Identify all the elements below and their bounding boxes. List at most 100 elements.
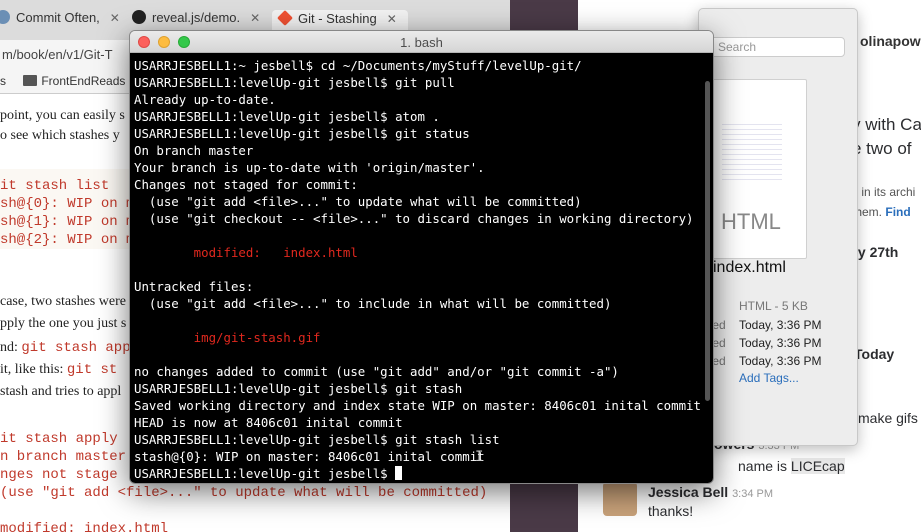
code-line: sh@{1}: WIP on m [0,214,135,230]
message-time: 3:34 PM [732,488,774,500]
terminal-line: USARRJESBELL1:levelUp-git jesbell$ git s… [134,380,713,397]
terminal-line: Already up-to-date. [134,91,713,108]
terminal-line-text: On branch master [134,143,254,158]
info-date: Today, 3:36 PM [739,318,822,332]
code-line: nges not stage [0,467,118,483]
page-icon [0,10,10,24]
terminal-line-text: USARRJESBELL1:levelUp-git jesbell$ [134,466,396,481]
tab-label: Git - Stashing [298,11,377,26]
bookmarks-prefix: s [0,74,6,88]
folder-icon [23,75,38,86]
terminal-line: USARRJESBELL1:levelUp-git jesbell$ git s… [134,431,713,448]
message-line: make gifs [858,410,918,426]
message-line: e two of [852,139,912,158]
code-line: it stash list [0,178,110,194]
author-name[interactable]: Jessica Bell [648,484,728,500]
file-name[interactable]: index.html [713,259,786,277]
highlighted-text: LICEcap [790,458,845,474]
terminal-line-text: modified: index.html [134,245,358,260]
terminal-title: 1. bash [400,35,443,50]
avatar[interactable] [603,482,637,516]
terminal-line-text: USARRJESBELL1:levelUp-git jesbell$ atom … [134,109,440,124]
terminal-line: modified: index.html [134,244,713,261]
message-text: thanks! [648,503,694,519]
terminal-line: Changes not staged for commit: [134,176,713,193]
tab-label: Commit Often, [16,10,100,25]
search-input[interactable]: Search [707,37,845,57]
inline-prefix: it, like this: [0,362,67,377]
close-icon[interactable]: ✕ [110,11,120,25]
terminal-line: no changes added to commit (use "git add… [134,363,713,380]
paragraph-line: o see which stashes y [0,128,120,143]
terminal-line-text: img/git-stash.gif [134,330,321,345]
terminal-line-text: (use "git checkout -- <file>..." to disc… [134,211,694,226]
tab-commit-often[interactable]: Commit Often, ✕ [0,10,124,40]
code-line: modified: index.html [0,521,169,532]
terminal-line-text: USARRJESBELL1:levelUp-git jesbell$ git s… [134,381,463,396]
terminal-line-text: no changes added to commit (use "git add… [134,364,619,379]
inline-code: git stash app [21,340,131,356]
message-line: y with Ca [852,115,921,134]
terminal-line: USARRJESBELL1:levelUp-git jesbell$ git p… [134,74,713,91]
code-line: sh@{0}: WIP on m [0,196,135,212]
message-text: name is [738,458,791,474]
code-line: it stash apply [0,431,118,447]
terminal-line: (use "git add <file>..." to update what … [134,193,713,210]
close-icon[interactable]: ✕ [387,12,397,26]
info-date: Today, 3:36 PM [739,354,822,368]
code-line: sh@{2}: WIP on m [0,232,135,248]
inline-code: git st [66,362,118,378]
terminal-line-text: Untracked files: [134,279,254,294]
file-type-label: HTML [721,209,781,234]
paragraph-line: nd: git stash app [0,340,131,356]
terminal-line: HEAD is now at 8406c01 inital commit [134,414,713,431]
terminal-line-text: Saved working directory and index state … [134,398,701,413]
terminal-line-text: USARRJESBELL1:levelUp-git jesbell$ git p… [134,75,455,90]
message-author: Jessica Bell 3:34 PM [648,484,773,500]
terminal-line-text: HEAD is now at 8406c01 inital commit [134,415,403,430]
terminal-line: (use "git add <file>..." to include in w… [134,295,713,312]
terminal-line-text: USARRJESBELL1:levelUp-git jesbell$ git s… [134,432,500,447]
terminal-line-text: Already up-to-date. [134,92,276,107]
terminal-scrollbar[interactable] [705,81,710,401]
text-cursor-icon: I [475,449,484,465]
terminal-line: Untracked files: [134,278,713,295]
github-icon [132,10,146,24]
terminal-line: img/git-stash.gif [134,329,713,346]
terminal-line: Saved working directory and index state … [134,397,713,414]
terminal-line: USARRJESBELL1:~ jesbell$ cd ~/Documents/… [134,57,713,74]
code-line: n branch master [0,449,127,465]
close-icon[interactable]: ✕ [250,11,260,25]
terminal-line: Your branch is up-to-date with 'origin/m… [134,159,713,176]
message-line: name is LICEcap [738,458,845,474]
message-line: them. Find [852,205,911,219]
terminal-window[interactable]: 1. bash USARRJESBELL1:~ jesbell$ cd ~/Do… [129,30,714,484]
terminal-output[interactable]: USARRJESBELL1:~ jesbell$ cd ~/Documents/… [130,53,713,483]
paragraph-line: point, you can easily s [0,108,125,123]
terminal-line-text: stash@{0}: WIP on master: 8406c01 inital… [134,449,485,464]
terminal-line: USARRJESBELL1:levelUp-git jesbell$ git s… [134,125,713,142]
add-tags-link[interactable]: Add Tags... [739,371,799,385]
terminal-cursor [395,466,403,480]
file-info-window: Search HTML index.html HTML - 5 KB ted T… [698,8,858,446]
date-divider: ly 27th [854,244,899,260]
terminal-line-text: Your branch is up-to-date with 'origin/m… [134,160,485,175]
paragraph-line: it, like this: git st [0,362,117,378]
header-user: olinapowe [860,33,921,49]
info-date: Today, 3:36 PM [739,336,822,350]
terminal-title-bar[interactable]: 1. bash [130,31,713,53]
date-divider: Today [854,346,895,362]
paragraph-line: pply the one you just s [0,316,127,331]
terminal-line-text: (use "git add <file>..." to include in w… [134,296,612,311]
terminal-line: USARRJESBELL1:levelUp-git jesbell$ [134,465,713,482]
search-placeholder: Search [718,40,757,54]
doc-lines [722,120,782,180]
terminal-line-text: USARRJESBELL1:levelUp-git jesbell$ git s… [134,126,470,141]
file-kind: HTML - 5 KB [739,299,808,313]
terminal-line-text: USARRJESBELL1:~ jesbell$ cd ~/Documents/… [134,58,582,73]
bookmark-folder-frontendreads[interactable]: FrontEndReads [41,74,125,88]
find-link[interactable]: Find [885,205,910,219]
